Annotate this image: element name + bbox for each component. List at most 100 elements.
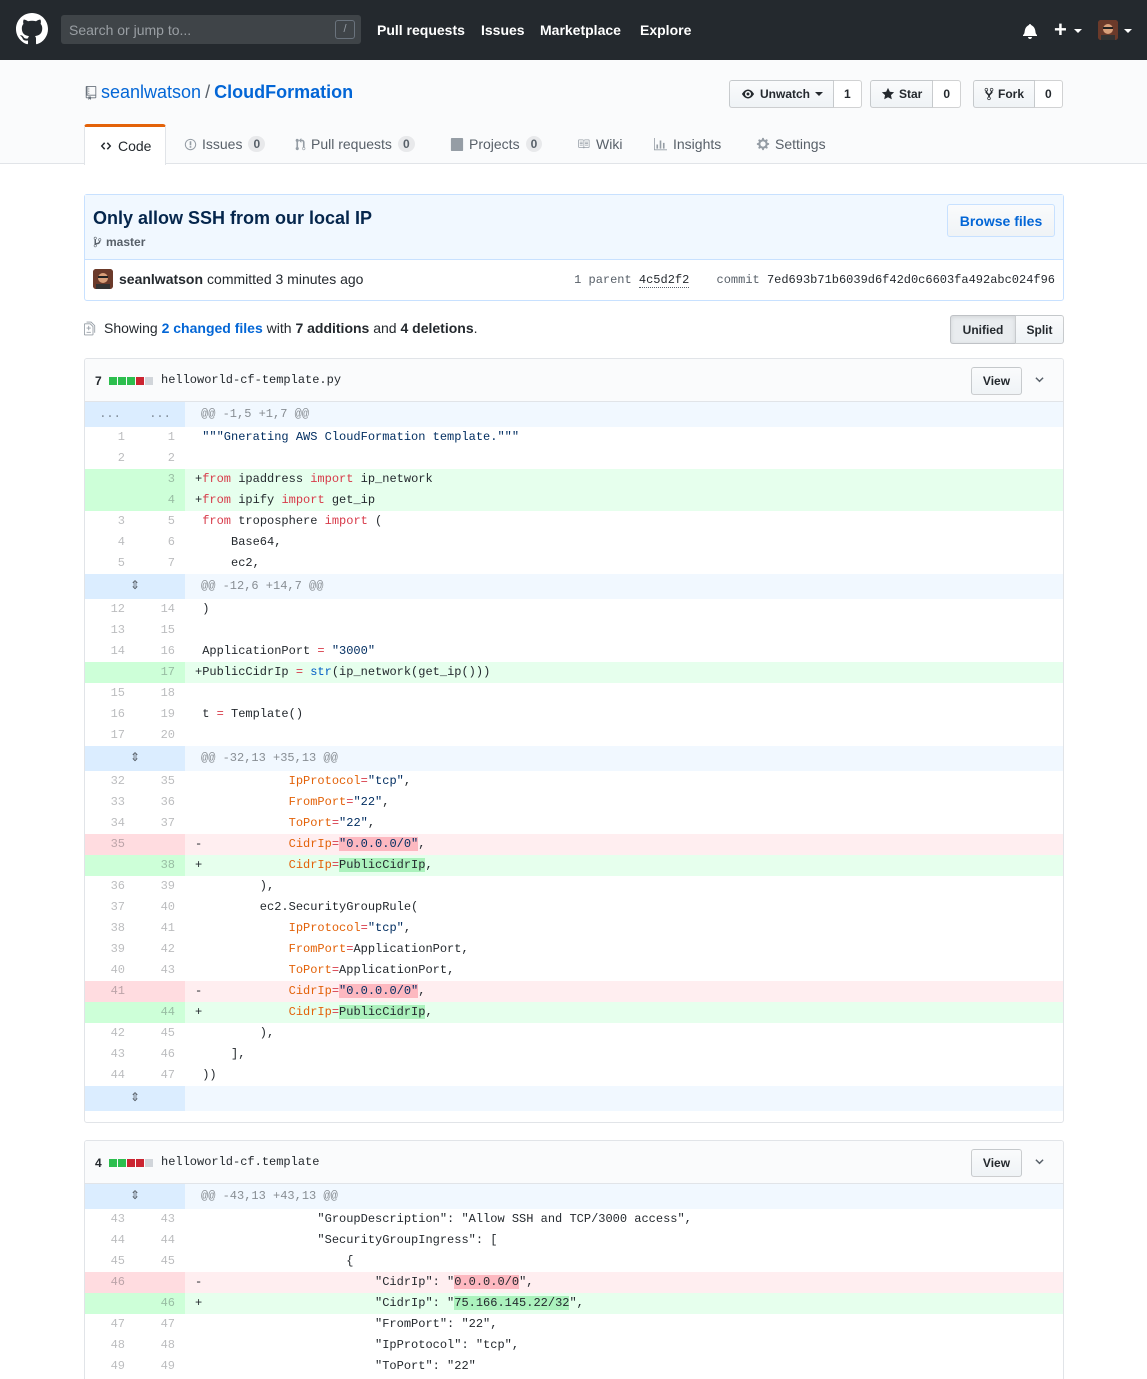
line-number[interactable]: 38 (85, 918, 135, 939)
line-number[interactable]: 1 (85, 427, 135, 448)
parent-sha-link[interactable]: 4c5d2f2 (638, 273, 690, 288)
nav-explore[interactable]: Explore (640, 22, 691, 38)
expand-up-icon[interactable]: ... (85, 402, 135, 427)
line-number[interactable]: 43 (85, 1044, 135, 1065)
line-number[interactable]: 44 (135, 1002, 185, 1023)
changed-files-link[interactable]: 2 changed files (162, 320, 263, 336)
repo-owner-link[interactable]: seanlwatson (101, 82, 201, 102)
line-number[interactable]: 46 (135, 1044, 185, 1065)
view-file-button[interactable]: View (971, 1149, 1022, 1177)
line-number[interactable]: 46 (135, 1293, 185, 1314)
split-view-button[interactable]: Split (1015, 315, 1064, 344)
line-number[interactable]: 15 (135, 620, 185, 641)
line-number[interactable]: 38 (135, 855, 185, 876)
line-number[interactable]: 17 (135, 662, 185, 683)
line-number[interactable] (85, 662, 135, 683)
line-number[interactable]: 47 (135, 1314, 185, 1335)
line-number[interactable]: 44 (85, 1230, 135, 1251)
commit-author[interactable]: seanlwatson (119, 271, 203, 287)
notifications-bell-icon[interactable] (1022, 23, 1038, 39)
line-number[interactable]: 48 (135, 1335, 185, 1356)
line-number[interactable] (85, 855, 135, 876)
line-number[interactable]: 3 (135, 469, 185, 490)
fork-button[interactable]: Fork (973, 80, 1036, 108)
nav-issues[interactable]: Issues (481, 22, 525, 38)
tab-pull-requests[interactable]: Pull requests 0 (295, 124, 415, 164)
line-number[interactable]: 5 (135, 511, 185, 532)
expand-icon[interactable]: ⇕ (85, 1184, 185, 1209)
line-number[interactable] (85, 490, 135, 511)
line-number[interactable]: 2 (85, 448, 135, 469)
nav-marketplace[interactable]: Marketplace (540, 22, 621, 38)
line-number[interactable]: 42 (85, 1023, 135, 1044)
line-number[interactable]: 45 (135, 1251, 185, 1272)
tab-projects[interactable]: Projects 0 (450, 124, 543, 164)
line-number[interactable]: 40 (85, 960, 135, 981)
chevron-down-icon[interactable] (1035, 1157, 1044, 1166)
user-avatar[interactable] (1098, 20, 1118, 40)
author-avatar[interactable] (93, 269, 113, 289)
tab-settings[interactable]: Settings (756, 124, 826, 164)
line-number[interactable]: 37 (135, 813, 185, 834)
fork-count[interactable]: 0 (1035, 80, 1063, 108)
line-number[interactable]: 18 (135, 683, 185, 704)
line-number[interactable]: 19 (135, 704, 185, 725)
line-number[interactable]: 16 (135, 641, 185, 662)
unified-view-button[interactable]: Unified (950, 315, 1016, 344)
browse-files-button[interactable]: Browse files (947, 204, 1055, 237)
chevron-down-icon[interactable] (1035, 375, 1044, 384)
line-number[interactable]: 47 (85, 1314, 135, 1335)
line-number[interactable]: 4 (135, 490, 185, 511)
nav-pull-requests[interactable]: Pull requests (377, 22, 465, 38)
line-number[interactable]: 49 (135, 1356, 185, 1377)
expand-down-icon[interactable]: ... (135, 402, 185, 427)
repo-name-link[interactable]: CloudFormation (214, 82, 353, 102)
watch-count[interactable]: 1 (834, 80, 862, 108)
line-number[interactable] (135, 834, 185, 855)
star-count[interactable]: 0 (933, 80, 962, 108)
line-number[interactable]: 15 (85, 683, 135, 704)
create-new-icon[interactable]: + (1054, 17, 1067, 43)
tab-insights[interactable]: Insights (653, 124, 721, 164)
line-number[interactable]: 14 (135, 599, 185, 620)
line-number[interactable]: 33 (85, 792, 135, 813)
line-number[interactable]: 41 (85, 981, 135, 1002)
branch-name[interactable]: master (106, 235, 145, 249)
line-number[interactable]: 45 (85, 1251, 135, 1272)
view-file-button[interactable]: View (971, 367, 1022, 395)
line-number[interactable]: 1 (135, 427, 185, 448)
line-number[interactable]: 3 (85, 511, 135, 532)
line-number[interactable]: 48 (85, 1335, 135, 1356)
line-number[interactable]: 4 (85, 532, 135, 553)
line-number[interactable]: 47 (135, 1065, 185, 1086)
line-number[interactable]: 16 (85, 704, 135, 725)
line-number[interactable]: 39 (85, 939, 135, 960)
line-number[interactable]: 40 (135, 897, 185, 918)
line-number[interactable]: 34 (85, 813, 135, 834)
expand-icon[interactable]: ⇕ (85, 746, 185, 771)
file-name[interactable]: helloworld-cf.template (161, 1155, 319, 1169)
line-number[interactable]: 46 (85, 1272, 135, 1293)
line-number[interactable]: 35 (135, 771, 185, 792)
line-number[interactable]: 5 (85, 553, 135, 574)
line-number[interactable]: 42 (135, 939, 185, 960)
line-number[interactable]: 44 (135, 1230, 185, 1251)
line-number[interactable] (135, 1272, 185, 1293)
line-number[interactable]: 36 (85, 876, 135, 897)
expand-icon[interactable]: ⇕ (85, 574, 185, 599)
line-number[interactable] (85, 1002, 135, 1023)
line-number[interactable]: 36 (135, 792, 185, 813)
line-number[interactable]: 44 (85, 1065, 135, 1086)
line-number[interactable]: 43 (85, 1209, 135, 1230)
line-number[interactable]: 39 (135, 876, 185, 897)
github-logo-icon[interactable] (16, 13, 48, 45)
line-number[interactable]: 37 (85, 897, 135, 918)
unwatch-button[interactable]: Unwatch (729, 80, 835, 108)
line-number[interactable]: 2 (135, 448, 185, 469)
tab-issues[interactable]: Issues 0 (184, 124, 266, 164)
line-number[interactable]: 43 (135, 960, 185, 981)
tab-wiki[interactable]: Wiki (576, 124, 622, 164)
search-input[interactable]: Search or jump to... / (61, 15, 361, 44)
line-number[interactable]: 12 (85, 599, 135, 620)
file-name[interactable]: helloworld-cf-template.py (161, 373, 341, 387)
